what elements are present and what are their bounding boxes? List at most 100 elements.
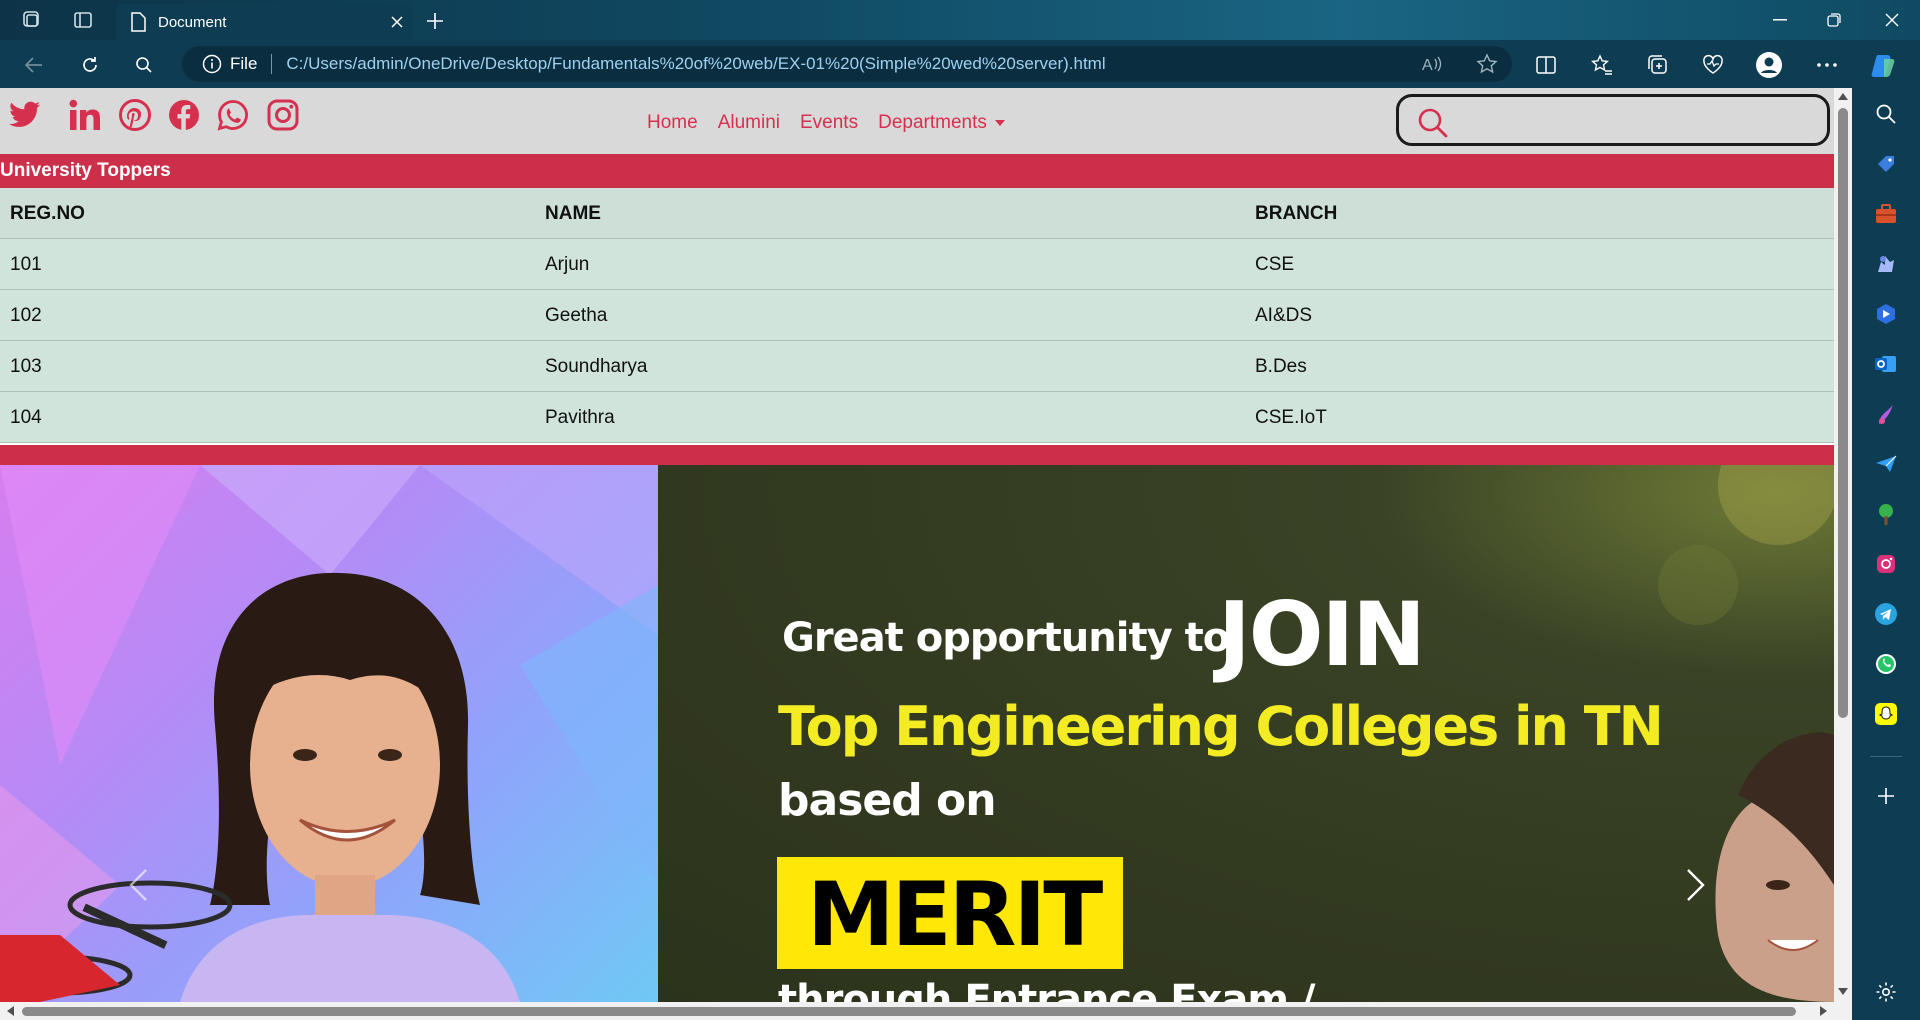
caret-down-icon [994,120,1005,126]
page-viewport: Home Alumini Events Departments Universi… [0,88,1852,1020]
sidebar-search-icon[interactable] [1872,100,1900,128]
promo-line-2: Top Engineering Colleges in TN [778,695,1664,758]
sidebar-copilot-app-icon[interactable] [1872,300,1900,328]
address-bar[interactable]: File C:/Users/admin/OneDrive/Desktop/Fun… [182,46,1512,82]
column-header: NAME [545,203,601,224]
twitter-icon[interactable] [8,98,42,132]
branch-cell: B.Des [1255,356,1307,377]
student-photo [0,465,658,1002]
linkedin-icon[interactable] [68,98,102,132]
site-search-input[interactable] [1396,94,1830,146]
address-scheme: File [230,54,258,73]
more-options-icon[interactable] [1811,49,1843,81]
horizontal-scroll-thumb[interactable] [22,1007,1796,1016]
table-header-row: REG.NO NAME BRANCH [0,188,1834,239]
search-page-icon[interactable] [128,49,160,81]
browser-sidebar [1852,88,1920,1020]
sidebar-settings-icon[interactable] [1872,978,1900,1006]
tab-actions-icon[interactable] [70,8,96,32]
scroll-right-icon[interactable] [1820,1006,1828,1016]
table-row: 103 Soundharya B.Des [0,341,1834,392]
branch-cell: AI&DS [1255,305,1313,326]
copilot-icon[interactable] [1868,49,1900,81]
close-tab-icon[interactable] [382,7,412,37]
toppers-header-bar: University Toppers [0,154,1834,188]
restore-icon[interactable] [1806,0,1862,40]
minimize-icon[interactable] [1752,0,1808,40]
reg-no-cell: 103 [10,356,42,377]
refresh-icon[interactable] [74,49,106,81]
nav-departments-dropdown[interactable]: Departments [878,112,1005,134]
nav-events-link[interactable]: Events [800,112,858,134]
branch-cell: CSE [1255,254,1295,275]
site-menu: Home Alumini Events Departments [647,112,1005,134]
name-cell: Pavithra [545,407,615,428]
favorite-star-icon[interactable] [1472,49,1502,79]
page-icon [130,12,146,32]
split-screen-icon[interactable] [1530,49,1562,81]
scroll-down-icon[interactable] [1838,988,1848,996]
sidebar-send-icon[interactable] [1872,450,1900,478]
carousel-previous-button[interactable] [118,865,158,905]
workspaces-icon[interactable] [18,8,44,32]
search-icon [1418,108,1448,138]
table-row: 101 Arjun CSE [0,239,1834,290]
sidebar-snapchat-icon[interactable] [1872,700,1900,728]
whatsapp-icon[interactable] [216,98,250,132]
browser-essentials-icon[interactable] [1697,49,1729,81]
scroll-up-icon[interactable] [1838,92,1848,100]
vertical-scroll-thumb[interactable] [1838,108,1848,718]
sidebar-outlook-icon[interactable] [1872,350,1900,378]
sidebar-whatsapp-icon[interactable] [1872,650,1900,678]
address-bar-row: File C:/Users/admin/OneDrive/Desktop/Fun… [0,40,1920,88]
vertical-scrollbar[interactable] [1834,88,1852,1002]
profile-avatar-icon[interactable] [1753,49,1785,81]
tab-document[interactable]: Document [116,4,412,40]
scroll-left-icon[interactable] [6,1006,14,1016]
merit-highlight: MERIT [777,857,1123,969]
name-cell: Soundharya [545,356,648,377]
sidebar-games-icon[interactable] [1872,250,1900,278]
promo-line-4: through Entrance Exam / [778,977,1316,1002]
sidebar-shopping-icon[interactable] [1872,150,1900,178]
reg-no-cell: 104 [10,407,42,428]
new-tab-icon[interactable] [420,6,450,36]
address-url[interactable]: C:/Users/admin/OneDrive/Desktop/Fundamen… [286,54,1105,74]
nav-home-link[interactable]: Home [647,112,698,134]
admission-banner: Great opportunity to JOIN Top Engineerin… [658,465,1834,1002]
site-navbar: Home Alumini Events Departments [0,88,1834,154]
read-aloud-icon[interactable]: A [1418,49,1448,79]
reg-no-cell: 102 [10,305,42,326]
promo-merit: MERIT [807,863,1103,966]
info-icon[interactable] [202,54,222,74]
sidebar-designer-icon[interactable] [1872,400,1900,428]
sidebar-tools-icon[interactable] [1872,200,1900,228]
sidebar-tree-icon[interactable] [1872,500,1900,528]
sidebar-telegram-icon[interactable] [1872,600,1900,628]
close-window-icon[interactable] [1864,0,1920,40]
svg-text:A: A [1422,57,1433,73]
name-cell: Arjun [545,254,590,275]
column-header: BRANCH [1255,203,1338,224]
chevron-right-icon [1687,869,1705,901]
table-row: 102 Geetha AI&DS [0,290,1834,341]
horizontal-scrollbar[interactable] [0,1002,1852,1020]
toppers-footer-bar [0,445,1834,465]
image-carousel: Great opportunity to JOIN Top Engineerin… [0,465,1834,1002]
sidebar-divider [1870,756,1902,757]
collections-icon[interactable] [1642,49,1674,81]
nav-alumini-link[interactable]: Alumini [718,112,780,134]
branch-cell: CSE.IoT [1255,407,1327,428]
address-divider [271,54,273,74]
pinterest-icon[interactable] [118,98,152,132]
sidebar-instagram-icon[interactable] [1872,550,1900,578]
promo-line-1: Great opportunity to [782,615,1230,661]
facebook-icon[interactable] [167,98,201,132]
nav-departments-label: Departments [878,112,987,133]
back-icon[interactable] [18,49,50,81]
sidebar-add-icon[interactable] [1872,782,1900,810]
carousel-next-button[interactable] [1676,865,1716,905]
browser-title-bar: Document [0,0,1920,40]
favorites-icon[interactable] [1586,49,1618,81]
instagram-icon[interactable] [266,98,300,132]
